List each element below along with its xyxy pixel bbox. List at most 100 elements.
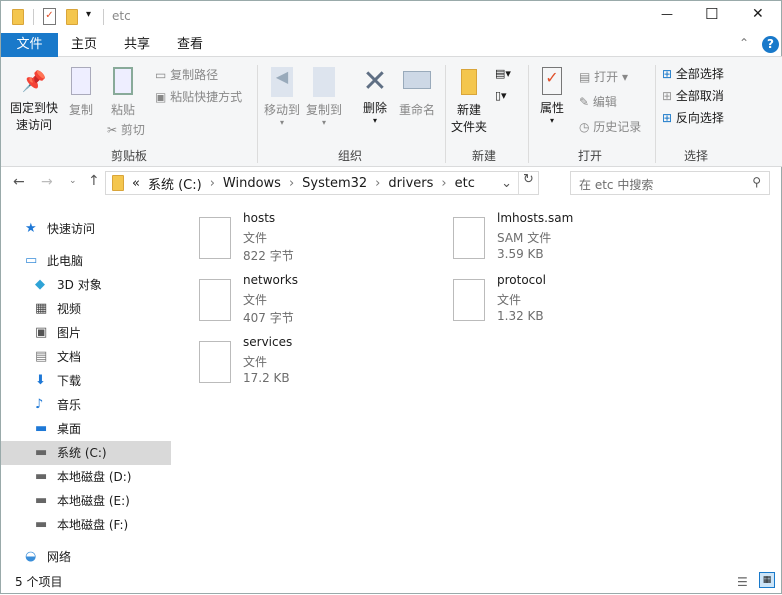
sidebar-item[interactable]: ▬ 本地磁盘 (D:): [1, 465, 171, 489]
recent-locations-button[interactable]: ⌄: [69, 176, 77, 186]
breadcrumb-item[interactable]: Windows: [223, 176, 281, 191]
select-all-button[interactable]: ⊞ 全部选择: [662, 65, 724, 82]
cut-button[interactable]: ✂ 剪切: [107, 121, 145, 138]
sidebar-item-label: 本地磁盘 (D:): [57, 470, 132, 484]
copy-button[interactable]: 复制: [63, 67, 99, 118]
file-type: 文件: [243, 231, 268, 245]
breadcrumb-item[interactable]: 系统 (C:): [148, 174, 202, 193]
address-dropdown-icon[interactable]: ⌄: [501, 176, 512, 191]
sidebar-item[interactable]: ♪ 音乐: [1, 393, 171, 417]
sidebar-item[interactable]: ▬ 本地磁盘 (E:): [1, 489, 171, 513]
sidebar-item-label: 快速访问: [47, 222, 96, 236]
close-button[interactable]: ✕: [752, 6, 764, 22]
properties-button[interactable]: ✓ 属性 ▾: [533, 67, 571, 125]
delete-x-icon: ✕: [362, 64, 388, 99]
sidebar-item[interactable]: ▭ 此电脑: [1, 249, 171, 273]
drive-icon: ▬: [35, 493, 48, 508]
maximize-button[interactable]: ☐: [705, 5, 718, 23]
clipboard-icon: [113, 67, 133, 95]
sidebar-item[interactable]: ▬ 系统 (C:): [1, 441, 171, 465]
group-divider: [655, 65, 656, 163]
copy-to-button[interactable]: 复制到 ▾: [303, 67, 345, 127]
breadcrumb-item[interactable]: etc: [455, 176, 475, 191]
copy-path-button[interactable]: ▭ 复制路径: [155, 66, 218, 83]
address-bar[interactable]: « 系统 (C:) › Windows › System32 › drivers › e…: [105, 171, 539, 195]
file-icon: [453, 279, 485, 321]
new-folder-label-2: 文件夹: [450, 120, 487, 134]
new-folder-quick-icon[interactable]: [66, 9, 78, 25]
sidebar-item[interactable]: ▬ 桌面: [1, 417, 171, 441]
back-button[interactable]: ←: [13, 174, 25, 190]
sidebar-item[interactable]: ◆ 3D 对象: [1, 273, 171, 297]
file-size: 822 字节: [243, 249, 294, 263]
tab-home[interactable]: 主页: [61, 33, 107, 57]
breadcrumb-item[interactable]: drivers: [388, 176, 433, 191]
history-label: 历史记录: [593, 120, 642, 134]
open-button[interactable]: ▤ 打开 ▾: [579, 68, 628, 85]
easy-access-button[interactable]: ▯▾: [495, 89, 507, 102]
pin-label-2: 速访问: [15, 118, 52, 132]
download-icon: ⬇: [35, 373, 46, 388]
sidebar-item-label: 本地磁盘 (F:): [57, 518, 129, 532]
divider: [33, 9, 34, 25]
minimize-button[interactable]: —: [661, 7, 673, 21]
file-item[interactable]: hosts 文件 822 字节: [199, 211, 439, 269]
divider: [103, 9, 104, 25]
help-icon[interactable]: ?: [762, 36, 779, 53]
new-item-button[interactable]: ▤▾: [495, 67, 511, 80]
file-name: protocol: [497, 273, 546, 287]
collapse-ribbon-icon[interactable]: ⌃: [739, 36, 749, 50]
file-size: 17.2 KB: [243, 371, 290, 385]
forward-button[interactable]: →: [41, 174, 53, 190]
sidebar-item[interactable]: ▬ 本地磁盘 (F:): [1, 513, 171, 537]
paste-shortcut-label: 粘贴快捷方式: [170, 90, 243, 104]
sidebar-item[interactable]: ★ 快速访问: [1, 217, 171, 241]
tab-share[interactable]: 共享: [114, 33, 160, 57]
search-input[interactable]: 在 etc 中搜索 ⚲: [570, 171, 770, 195]
file-item[interactable]: lmhosts.sam SAM 文件 3.59 KB: [453, 211, 693, 269]
tab-view[interactable]: 查看: [167, 33, 213, 57]
file-item[interactable]: services 文件 17.2 KB: [199, 335, 439, 393]
file-item[interactable]: networks 文件 407 字节: [199, 273, 439, 331]
refresh-icon[interactable]: ↻: [518, 172, 538, 194]
tab-file[interactable]: 文件: [1, 33, 58, 57]
copy-icon: [71, 67, 91, 95]
sidebar-item[interactable]: ◒ 网络: [1, 545, 171, 569]
breadcrumb-item[interactable]: System32: [302, 176, 367, 191]
invert-selection-button[interactable]: ⊞ 反向选择: [662, 109, 724, 126]
up-button[interactable]: ↑: [88, 173, 100, 189]
document-icon: ▤: [35, 349, 48, 364]
file-size: 1.32 KB: [497, 309, 544, 323]
path-icon: ▭: [155, 68, 171, 82]
details-view-button[interactable]: ☰: [737, 571, 748, 593]
file-item[interactable]: protocol 文件 1.32 KB: [453, 273, 693, 331]
breadcrumb-overflow[interactable]: «: [132, 176, 140, 191]
rename-icon: [403, 71, 431, 89]
move-to-button[interactable]: ◀ 移动到 ▾: [261, 67, 303, 127]
new-folder-button[interactable]: 新建 文件夹: [447, 69, 491, 135]
sidebar-item[interactable]: ▦ 视频: [1, 297, 171, 321]
rename-button[interactable]: 重命名: [395, 67, 439, 118]
sidebar-item-label: 网络: [47, 550, 72, 564]
delete-button[interactable]: ✕ 删除 ▾: [357, 64, 393, 126]
sidebar-item[interactable]: ▤ 文档: [1, 345, 171, 369]
sidebar-item-label: 音乐: [57, 398, 82, 412]
paste-shortcut-button[interactable]: ▣ 粘贴快捷方式: [155, 88, 242, 105]
invert-selection-label: 反向选择: [675, 111, 724, 125]
pin-quick-access-button[interactable]: 📌 固定到快 速访问: [5, 69, 63, 133]
history-button[interactable]: ◷ 历史记录: [579, 118, 641, 135]
properties-label: 属性: [539, 101, 564, 115]
customize-toolbar-icon[interactable]: ▾: [86, 9, 91, 20]
paste-button[interactable]: 粘贴: [105, 67, 141, 118]
search-icon: ⚲: [752, 175, 761, 189]
select-none-button[interactable]: ⊞ 全部取消: [662, 87, 724, 104]
sidebar-item-label: 图片: [57, 326, 82, 340]
sidebar-item[interactable]: ⬇ 下载: [1, 369, 171, 393]
properties-quick-icon[interactable]: ✓: [43, 8, 56, 25]
copy-path-label: 复制路径: [170, 68, 219, 82]
sidebar-item-label: 本地磁盘 (E:): [57, 494, 130, 508]
edit-button[interactable]: ✎ 编辑: [579, 93, 617, 110]
sidebar-item[interactable]: ▣ 图片: [1, 321, 171, 345]
large-icons-view-button[interactable]: ▦: [759, 572, 775, 588]
title-bar: ✓ ▾ etc — ☐ ✕: [1, 1, 782, 33]
